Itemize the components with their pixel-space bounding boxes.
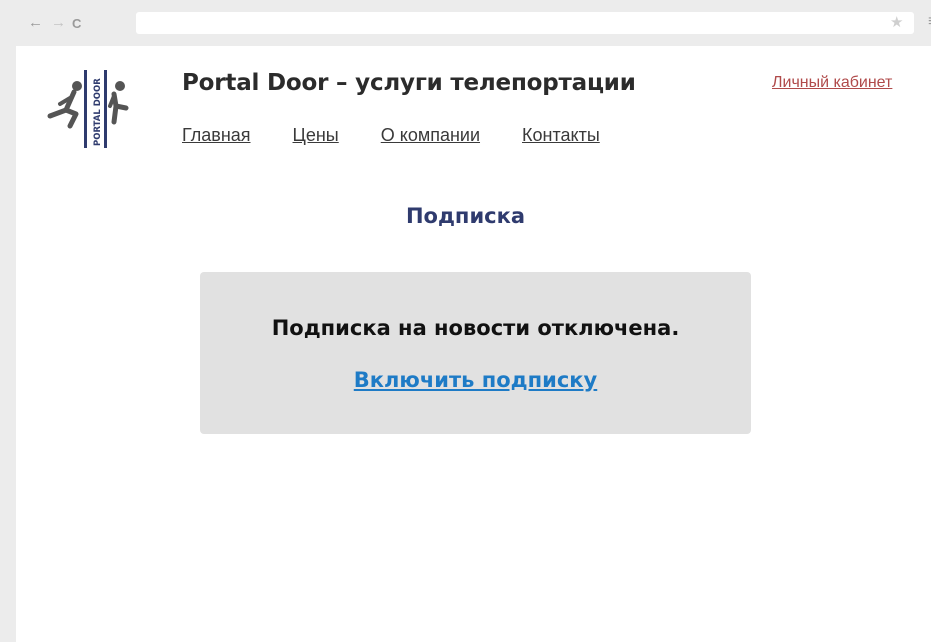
site-title: Portal Door – услуги телепортации [182,70,636,96]
nav-link-prices[interactable]: Цены [293,125,339,146]
logo-lettering: PORTAL DOOR [93,78,103,146]
browser-toolbar: ← → C ★ ≡ [16,0,931,46]
nav-link-about[interactable]: О компании [381,125,480,146]
bookmark-star-icon[interactable]: ★ [890,14,903,32]
nav-link-contacts[interactable]: Контакты [522,125,600,146]
browser-frame [0,0,16,642]
portal-door-logo-icon: PORTAL DOOR [47,70,129,148]
page-title: Подписка [405,204,526,228]
nav-link-home[interactable]: Главная [182,125,251,146]
address-bar[interactable] [136,12,914,34]
forward-icon[interactable]: → [51,14,66,32]
back-icon[interactable]: ← [28,14,43,32]
subscription-notice-panel: Подписка на новости отключена. Включить … [200,272,751,434]
reload-icon[interactable]: C [72,15,81,33]
main-nav: Главная Цены О компании Контакты [182,125,600,146]
account-link[interactable]: Личный кабинет [772,74,892,92]
site-logo[interactable]: PORTAL DOOR [44,66,140,156]
enable-subscription-link[interactable]: Включить подписку [200,368,751,392]
subscription-status-text: Подписка на новости отключена. [271,316,680,340]
